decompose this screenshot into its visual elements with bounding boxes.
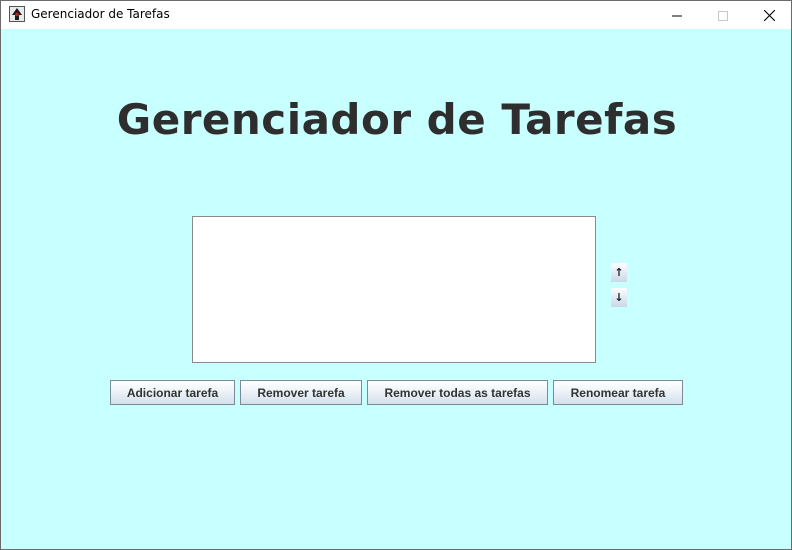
rename-task-button[interactable]: Renomear tarefa [553, 380, 683, 405]
remove-all-tasks-button[interactable]: Remover todas as tarefas [367, 380, 548, 405]
maximize-button[interactable] [700, 1, 746, 29]
page-title: Gerenciador de Tarefas [116, 95, 678, 144]
title-bar[interactable]: Gerenciador de Tarefas [1, 1, 791, 29]
minimize-icon [672, 6, 682, 25]
move-down-button[interactable]: ↓ [611, 288, 627, 307]
arrow-down-icon: ↓ [614, 291, 624, 304]
close-icon [763, 6, 775, 25]
close-button[interactable] [746, 1, 792, 29]
task-list[interactable] [192, 216, 596, 363]
move-up-button[interactable]: ↑ [611, 263, 627, 282]
add-task-button[interactable]: Adicionar tarefa [110, 380, 235, 405]
java-duke-icon [9, 6, 25, 22]
maximize-icon [718, 6, 728, 25]
main-panel: Gerenciador de Tarefas ↑ ↓ Adicionar tar… [1, 29, 791, 549]
remove-task-button[interactable]: Remover tarefa [240, 380, 362, 405]
arrow-up-icon: ↑ [614, 266, 624, 279]
minimize-button[interactable] [654, 1, 700, 29]
app-window: Gerenciador de Tarefas Gerenciador de Ta… [0, 0, 792, 550]
window-title: Gerenciador de Tarefas [31, 7, 170, 21]
